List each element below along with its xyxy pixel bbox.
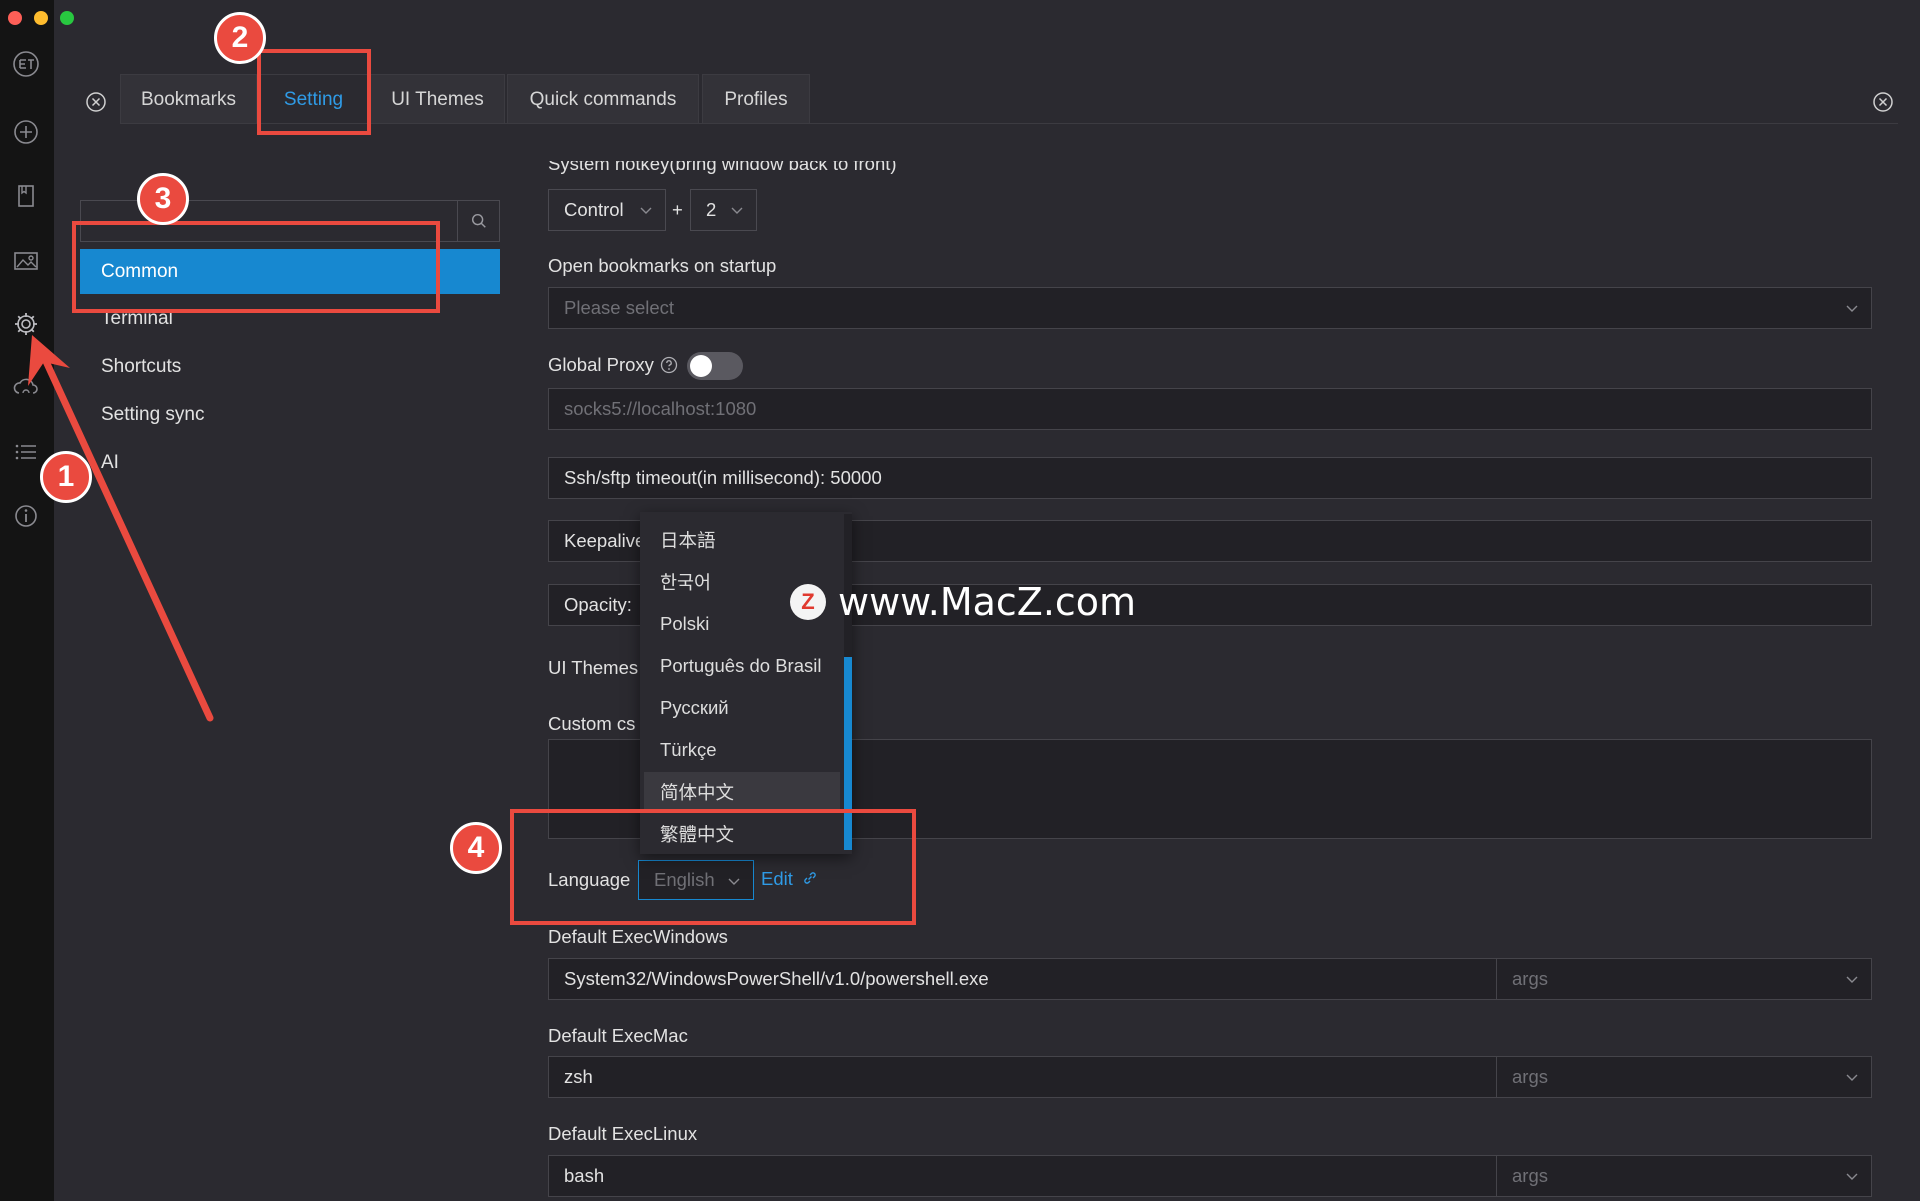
default-exec-mac-value: zsh [564, 1066, 593, 1087]
args-select[interactable]: args [1496, 1057, 1871, 1097]
language-option-pt-br[interactable]: Português do Brasil [644, 646, 840, 686]
default-exec-linux-value: bash [564, 1165, 605, 1186]
args-placeholder: args [1512, 1066, 1548, 1087]
tab-divider [120, 123, 1898, 124]
chevron-down-icon [1846, 305, 1858, 312]
watermark-logo: Z [790, 584, 826, 620]
annotation-box-common [72, 221, 440, 313]
language-dropdown: 日本語 한국어 Polski Português do Brasil Русск… [640, 512, 852, 854]
default-exec-mac-input[interactable]: zsh args [548, 1056, 1872, 1098]
search-icon[interactable] [457, 201, 499, 241]
proxy-input[interactable]: socks5://localhost:1080 [548, 388, 1872, 430]
close-panel-icon[interactable] [1872, 91, 1894, 113]
hotkey-key-value: 2 [706, 199, 717, 220]
hotkey-modifier-value: Control [564, 199, 624, 220]
keepalive-label: Keepalive [564, 530, 646, 551]
custom-css-label: Custom cs [548, 713, 636, 734]
default-exec-mac-label: Default ExecMac [548, 1025, 688, 1046]
default-exec-linux-label: Default ExecLinux [548, 1123, 698, 1144]
opacity-label: Opacity: [564, 594, 632, 615]
toggle-knob [690, 355, 712, 377]
default-exec-linux-input[interactable]: bash args [548, 1155, 1872, 1197]
default-exec-windows-label: Default ExecWindows [548, 926, 728, 947]
ssh-timeout-value: Ssh/sftp timeout(in millisecond): 50000 [564, 467, 882, 488]
annotation-box-setting-tab [257, 49, 371, 135]
ssh-timeout-input[interactable]: Ssh/sftp timeout(in millisecond): 50000 [548, 457, 1872, 499]
hotkey-plus: + [672, 199, 683, 220]
args-select[interactable]: args [1496, 1156, 1871, 1196]
annotation-badge-2: 2 [214, 12, 266, 64]
language-option-tr[interactable]: Türkçe [644, 730, 840, 770]
global-proxy-toggle[interactable] [687, 352, 743, 380]
tab-profiles[interactable]: Profiles [702, 74, 810, 124]
chevron-down-icon [1846, 976, 1858, 983]
annotation-badge-1: 1 [40, 451, 92, 503]
chevron-down-icon [731, 207, 743, 214]
annotation-arrow [28, 335, 214, 722]
language-option-zh-cn[interactable]: 简体中文 [644, 772, 840, 812]
open-bookmarks-label: Open bookmarks on startup [548, 255, 777, 276]
annotation-box-language [510, 809, 916, 925]
hotkey-modifier-select[interactable]: Control [548, 189, 666, 231]
annotation-badge-4: 4 [450, 822, 502, 874]
global-proxy-label: Global Proxy [548, 354, 654, 375]
watermark-text: www.MacZ.com [838, 580, 1137, 624]
proxy-placeholder: socks5://localhost:1080 [564, 398, 757, 419]
watermark: Z www.MacZ.com [790, 580, 1136, 624]
ui-themes-label: UI Themes [548, 657, 639, 678]
hotkey-label: System hotkey(bring window back to front… [548, 153, 897, 174]
chevron-down-icon [1846, 1074, 1858, 1081]
hotkey-key-select[interactable]: 2 [690, 189, 757, 231]
default-exec-windows-value: System32/WindowsPowerShell/v1.0/powershe… [564, 968, 989, 989]
chevron-down-icon [1846, 1173, 1858, 1180]
args-placeholder: args [1512, 968, 1548, 989]
language-option-ru[interactable]: Русский [644, 688, 840, 728]
language-option-ja[interactable]: 日本語 [644, 520, 840, 560]
open-bookmarks-placeholder: Please select [564, 297, 675, 318]
tab-ui-themes[interactable]: UI Themes [370, 74, 505, 124]
dropdown-scrollbar[interactable] [844, 514, 852, 850]
default-exec-windows-input[interactable]: System32/WindowsPowerShell/v1.0/powershe… [548, 958, 1872, 1000]
open-bookmarks-select[interactable]: Please select [548, 287, 1872, 329]
help-icon[interactable] [660, 356, 678, 374]
args-select[interactable]: args [1496, 959, 1871, 999]
chevron-down-icon [640, 207, 652, 214]
tab-quick-commands[interactable]: Quick commands [507, 74, 699, 124]
args-placeholder: args [1512, 1165, 1548, 1186]
annotation-badge-3: 3 [137, 173, 189, 225]
